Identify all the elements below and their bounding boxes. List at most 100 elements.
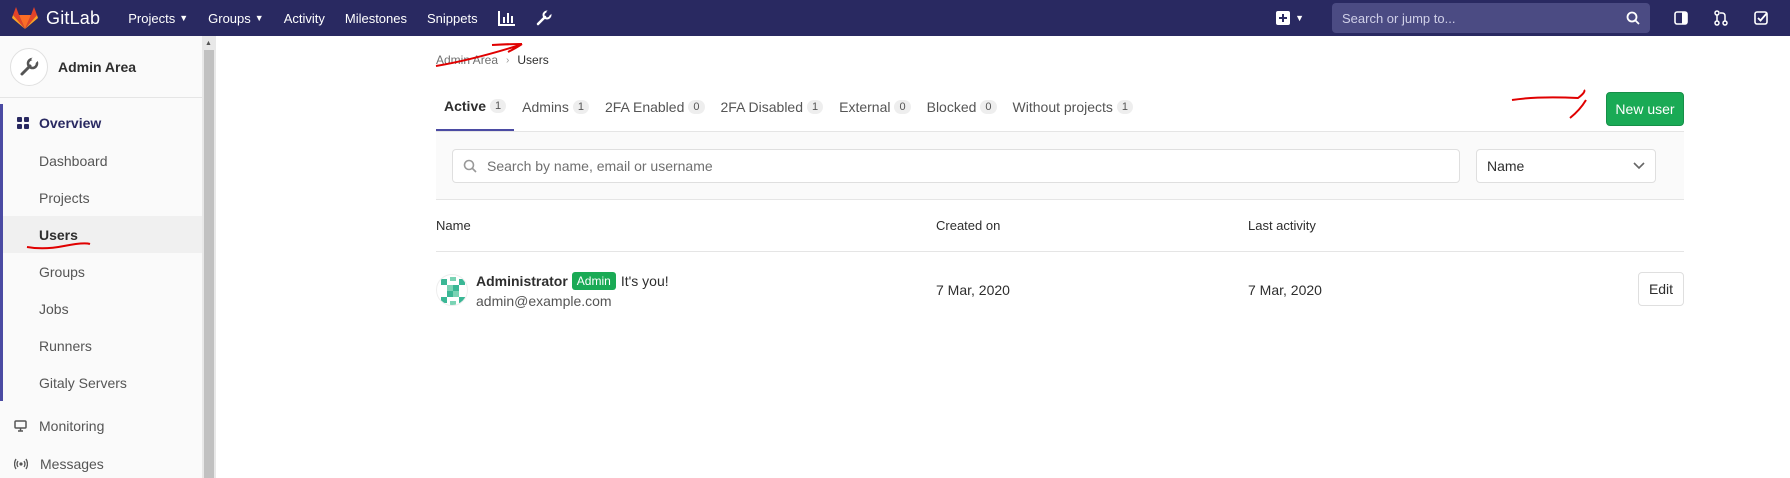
tab-count-badge: 0: [688, 100, 705, 114]
sort-dropdown[interactable]: Name: [1476, 148, 1656, 183]
sidebar-item-gitaly-servers[interactable]: Gitaly Servers: [3, 364, 202, 401]
sidebar-item-dashboard[interactable]: Dashboard: [3, 142, 202, 179]
sidebar-item-projects[interactable]: Projects: [3, 179, 202, 216]
chart-icon[interactable]: [497, 10, 516, 26]
nav-projects-label: Projects: [128, 10, 176, 26]
tab-admins[interactable]: Admins 1: [514, 83, 597, 131]
nav-activity-label: Activity: [283, 10, 325, 26]
header-created-on: Created on: [936, 218, 1001, 233]
user-search-input[interactable]: [487, 157, 1449, 174]
sidebar-item-groups[interactable]: Groups: [3, 253, 202, 290]
todo-check-icon[interactable]: [1750, 7, 1772, 29]
sidebar-item-messages-label: Messages: [40, 456, 104, 472]
breadcrumb-admin-area[interactable]: Admin Area: [436, 53, 498, 67]
tab-2fa-enabled[interactable]: 2FA Enabled 0: [597, 83, 713, 131]
wrench-icon[interactable]: [536, 10, 552, 26]
sidebar-item-monitoring[interactable]: Monitoring: [0, 407, 202, 445]
tab-label: Blocked: [926, 99, 977, 115]
tab-2fa-disabled[interactable]: 2FA Disabled 1: [713, 83, 832, 131]
tab-count-badge: 1: [490, 99, 507, 113]
user-name-link[interactable]: Administrator: [476, 273, 568, 289]
gitlab-logo[interactable]: GitLab: [12, 0, 100, 36]
tab-count-badge: 1: [807, 100, 824, 114]
sidebar-item-jobs[interactable]: Jobs: [3, 290, 202, 327]
navbar-right: ▼: [1276, 0, 1790, 36]
table-row: Administrator Admin It's you! admin@exam…: [436, 252, 1684, 328]
nav-groups[interactable]: Groups ▼: [208, 11, 264, 26]
tab-label: 2FA Enabled: [604, 99, 685, 115]
admin-badge: Admin: [571, 271, 616, 290]
user-tabs: Active 1 Admins 1 2FA Enabled 0 2FA Disable…: [436, 84, 1684, 132]
wrench-avatar-icon: [10, 47, 48, 86]
nav-snippets-label: Snippets: [427, 10, 478, 26]
scrollbar-thumb[interactable]: [204, 50, 214, 478]
edit-user-button[interactable]: Edit: [1638, 272, 1684, 306]
global-search-input[interactable]: [1342, 10, 1626, 26]
tab-without-projects[interactable]: Without projects 1: [1005, 83, 1142, 131]
breadcrumb-separator-icon: ›: [506, 54, 510, 66]
main-content: Admin Area › Users Active 1 Admins 1 2FA E…: [436, 36, 1686, 328]
chevron-down-icon: ▼: [1295, 13, 1304, 23]
monitor-icon: [14, 420, 27, 432]
its-you-label: It's you!: [620, 272, 669, 289]
sidebar-item-overview[interactable]: Overview: [0, 104, 202, 142]
overview-subitems: Dashboard Projects Users Groups Jobs Run…: [0, 142, 202, 401]
sidebar-scrollbar[interactable]: ▲: [202, 36, 216, 478]
plus-square-icon: [1276, 11, 1291, 25]
brand-name: GitLab: [46, 7, 101, 28]
sidebar-header[interactable]: Admin Area: [0, 36, 202, 98]
nav-groups-label: Groups: [208, 10, 251, 26]
broadcast-icon: [14, 458, 28, 470]
tab-count-badge: 0: [894, 100, 911, 114]
global-search[interactable]: [1332, 3, 1650, 33]
tab-count-badge: 0: [980, 100, 997, 114]
tab-label: 2FA Disabled: [720, 99, 804, 115]
tab-count-badge: 1: [572, 100, 589, 114]
nav-activity[interactable]: Activity: [284, 11, 325, 26]
merge-request-icon[interactable]: [1710, 7, 1732, 29]
nav-milestones[interactable]: Milestones: [345, 11, 407, 26]
top-navbar: GitLab Projects ▼ Groups ▼ Activity Milest…: [0, 0, 1790, 36]
admin-sidebar: Admin Area Overview Dashboard Projects U…: [0, 36, 216, 478]
breadcrumb: Admin Area › Users: [436, 36, 1686, 84]
search-icon: [463, 159, 477, 173]
nav-projects[interactable]: Projects ▼: [128, 11, 188, 26]
new-dropdown-button[interactable]: ▼: [1276, 11, 1304, 25]
user-info: Administrator Admin It's you! admin@exam…: [476, 271, 669, 309]
header-name: Name: [436, 218, 471, 233]
tab-label: Admins: [522, 99, 569, 115]
users-table-header: Name Created on Last activity: [436, 200, 1684, 252]
sidebar-item-users[interactable]: Users: [3, 216, 202, 253]
sidebar-item-runners[interactable]: Runners: [3, 327, 202, 364]
tab-count-badge: 1: [1116, 100, 1134, 114]
user-cell: Administrator Admin It's you! admin@exam…: [436, 271, 936, 309]
tab-active[interactable]: Active 1: [436, 83, 515, 131]
new-user-button[interactable]: New user: [1606, 92, 1684, 126]
nav-milestones-label: Milestones: [344, 10, 407, 26]
avatar[interactable]: [436, 274, 468, 306]
scroll-up-arrow-icon[interactable]: ▲: [205, 40, 212, 47]
sort-dropdown-label: Name: [1487, 157, 1525, 174]
tab-label: External: [839, 99, 891, 115]
chevron-down-icon: ▼: [179, 13, 189, 23]
user-search-field[interactable]: [452, 148, 1460, 183]
last-activity-cell: 7 Mar, 2020: [1248, 282, 1322, 298]
header-last-activity: Last activity: [1248, 218, 1316, 233]
chevron-down-icon: [1633, 161, 1645, 169]
grid-icon: [17, 117, 29, 129]
tab-external[interactable]: External 0: [831, 83, 918, 131]
tab-blocked[interactable]: Blocked 0: [919, 83, 1005, 131]
sidebar-item-monitoring-label: Monitoring: [39, 418, 105, 434]
sidebar-item-overview-label: Overview: [39, 115, 102, 131]
nav-snippets[interactable]: Snippets: [427, 11, 478, 26]
search-icon: [1626, 11, 1640, 25]
tab-label: Active: [444, 98, 487, 114]
sidebar-item-messages[interactable]: Messages: [0, 445, 202, 478]
sidebar-title: Admin Area: [58, 58, 137, 75]
sidebar-nav: Overview Dashboard Projects Users Groups…: [0, 104, 202, 478]
tanuki-icon: [12, 7, 38, 29]
user-line: Administrator Admin It's you!: [476, 271, 669, 290]
sidebar-toggle-icon[interactable]: [1670, 7, 1692, 29]
tab-label: Without projects: [1012, 99, 1113, 115]
main-nav: Projects ▼ Groups ▼ Activity Milestones Sn…: [128, 0, 571, 36]
